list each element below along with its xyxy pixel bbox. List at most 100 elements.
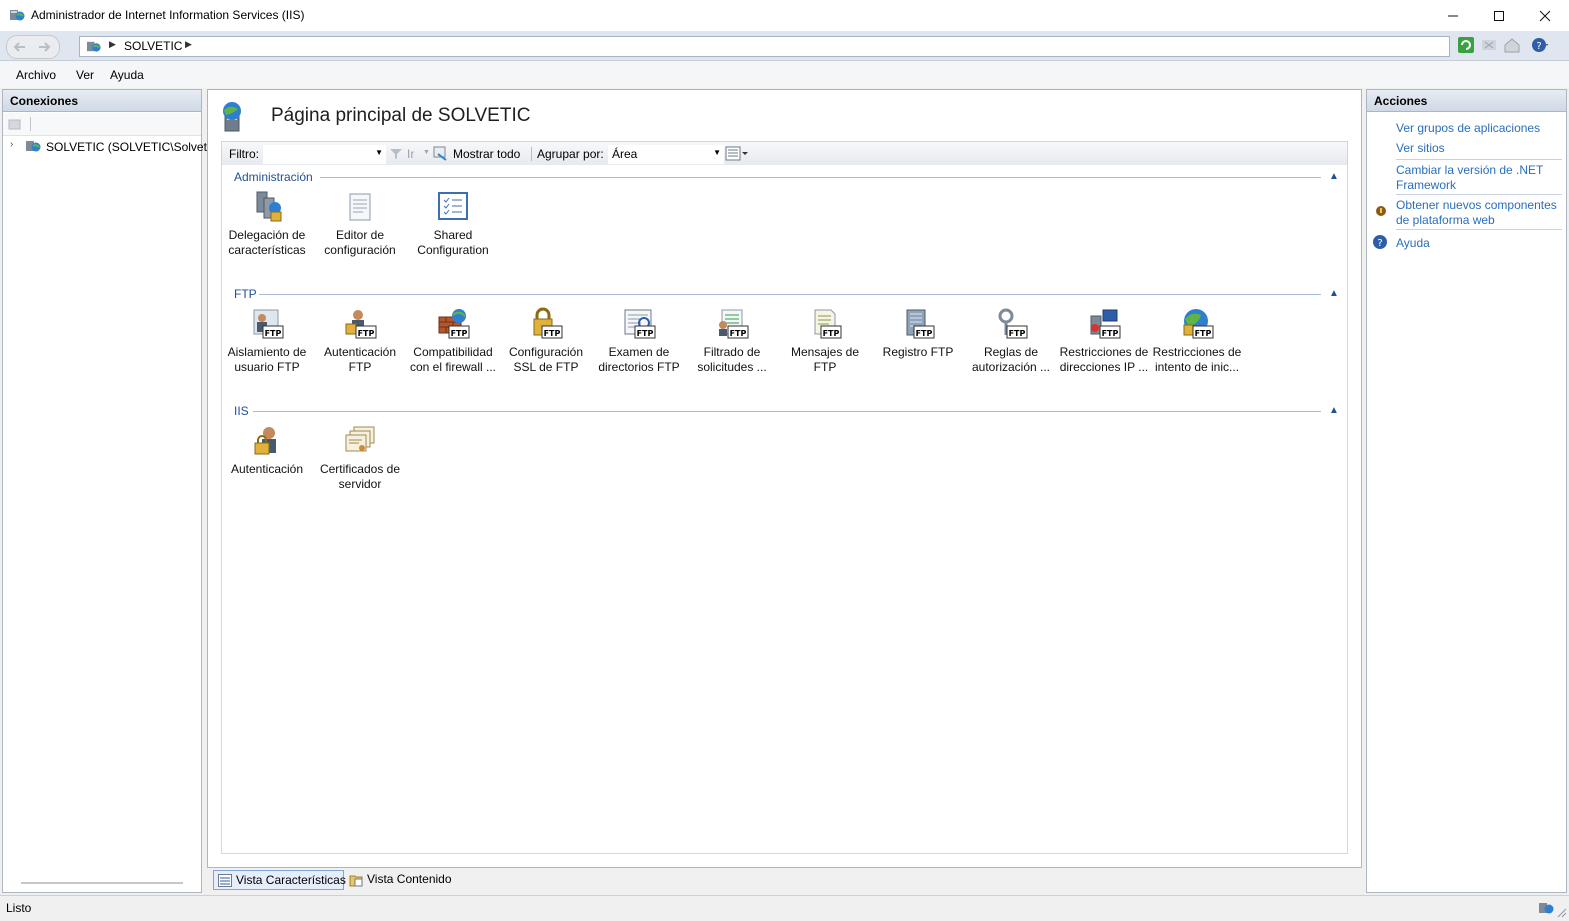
stop-icon[interactable] <box>1480 36 1498 54</box>
feature-examen-directorios-ftp[interactable]: FTP Examen de directorios FTP <box>593 307 685 375</box>
help-icon[interactable]: ? <box>1531 36 1549 54</box>
funnel-icon[interactable] <box>389 147 403 161</box>
maximize-button[interactable] <box>1476 0 1522 31</box>
feature-registro-ftp[interactable]: FTP Registro FTP <box>872 307 964 360</box>
forward-arrow-icon[interactable] <box>35 39 53 55</box>
feature-editor-configuracion[interactable]: Editor de configuración <box>314 190 406 258</box>
feature-label: Registro FTP <box>882 345 954 359</box>
back-arrow-icon[interactable] <box>11 39 29 55</box>
feature-autenticacion-ftp[interactable]: FTP Autenticación FTP <box>314 307 406 375</box>
action-cambiar-version-net[interactable]: Cambiar la versión de .NET Framework <box>1396 163 1561 193</box>
collapse-chevron-icon[interactable]: ▲ <box>1329 171 1339 182</box>
breadcrumb-separator-icon[interactable]: ▶ <box>109 39 116 50</box>
show-all-button[interactable]: Mostrar todo <box>453 147 520 161</box>
chevron-down-icon[interactable]: ▼ <box>375 148 383 157</box>
toolbar-divider <box>30 117 31 131</box>
ftp-logon-attempt-icon: FTP <box>1183 309 1214 339</box>
tab-label[interactable]: Vista Contenido <box>367 872 452 886</box>
feature-certificados-servidor[interactable]: Certificados de servidor <box>314 424 406 492</box>
ftp-authorization-icon: FTP <box>998 308 1028 339</box>
feature-label: Editor de configuración <box>324 228 396 257</box>
tab-label[interactable]: Vista Características <box>236 873 346 887</box>
tree-item-label[interactable]: SOLVETIC (SOLVETIC\Solvetic) <box>46 140 220 154</box>
maximize-icon <box>1494 11 1504 22</box>
action-ayuda[interactable]: Ayuda <box>1396 236 1561 251</box>
group-by-value[interactable]: Área <box>609 147 637 161</box>
svg-text:FTP: FTP <box>730 329 747 338</box>
ftp-user-isolation-icon: FTP <box>253 309 284 339</box>
feature-restricciones-intento-inicio[interactable]: FTP Restricciones de intento de inic... <box>1151 307 1243 375</box>
filter-bar: Filtro: ▼ Ir ▼ Mostrar todo Agrupar por:… <box>221 141 1348 167</box>
connections-pane: Conexiones › SOLVETIC (SOLVETIC\Solvetic… <box>2 89 220 893</box>
refresh-icon[interactable] <box>1457 36 1475 54</box>
filter-divider <box>531 147 532 161</box>
chevron-down-icon[interactable]: ▼ <box>713 148 721 157</box>
ftp-request-filtering-icon: FTP <box>719 309 749 339</box>
svg-text:FTP: FTP <box>451 329 468 338</box>
feature-label: Autenticación FTP <box>323 345 397 374</box>
view-mode-icon[interactable] <box>725 146 749 162</box>
go-button[interactable]: Ir <box>407 147 414 161</box>
svg-text:FTP: FTP <box>1195 329 1212 338</box>
feature-mensajes-ftp[interactable]: FTP Mensajes de FTP <box>779 307 871 375</box>
feature-label: Shared Configuration <box>417 228 489 257</box>
breadcrumb-separator-icon[interactable]: ▶ <box>185 39 192 50</box>
feature-autenticacion[interactable]: Autenticación <box>221 424 313 477</box>
tab-vista-contenido[interactable]: Vista Contenido <box>345 870 453 890</box>
menu-ver[interactable]: Ver <box>76 68 94 82</box>
menu-ayuda[interactable]: Ayuda <box>110 68 144 82</box>
collapse-chevron-icon[interactable]: ▲ <box>1329 288 1339 299</box>
group-by-select[interactable]: Área ▼ <box>608 145 724 164</box>
horizontal-scrollbar[interactable] <box>21 882 183 884</box>
group-header-ftp: FTP <box>234 287 257 301</box>
features-list <box>221 165 1348 854</box>
connections-header: Conexiones <box>3 90 201 112</box>
server-icon <box>86 41 101 52</box>
page-title: Página principal de SOLVETIC <box>271 105 531 126</box>
feature-delegacion[interactable]: Delegación de características <box>221 190 313 258</box>
tree-item-solvetic[interactable]: › SOLVETIC (SOLVETIC\Solvetic) <box>3 136 220 156</box>
feature-label: Reglas de autorización ... <box>971 345 1051 374</box>
svg-text:?: ? <box>1536 41 1541 52</box>
feature-restricciones-ip[interactable]: FTP Restricciones de direcciones IP ... <box>1058 307 1150 375</box>
tab-vista-caracteristicas[interactable]: Vista Características <box>213 870 346 890</box>
connect-icon[interactable] <box>7 116 23 132</box>
feature-shared-configuration[interactable]: Shared Configuration <box>407 190 499 258</box>
filter-input[interactable]: ▼ <box>263 145 386 164</box>
ftp-firewall-icon: FTP <box>438 309 470 339</box>
close-button[interactable] <box>1522 0 1568 31</box>
navigation-bar: ▶ SOLVETIC ▶ ? <box>0 31 1569 61</box>
content-view-icon <box>349 875 363 887</box>
address-bar[interactable]: ▶ SOLVETIC ▶ <box>79 36 1450 57</box>
group-divider <box>320 177 1321 178</box>
ftp-logging-icon: FTP <box>906 309 935 339</box>
action-separator <box>1396 194 1562 195</box>
feature-reglas-autorizacion[interactable]: FTP Reglas de autorización ... <box>965 307 1057 375</box>
action-obtener-componentes-web[interactable]: Obtener nuevos componentes de plataforma… <box>1396 198 1561 228</box>
resize-grip-icon[interactable] <box>1555 906 1567 918</box>
feature-label: Examen de directorios FTP <box>598 345 680 374</box>
menu-archivo[interactable]: Archivo <box>16 68 56 82</box>
breadcrumb-solvetic[interactable]: SOLVETIC <box>124 39 182 53</box>
group-header-iis: IIS <box>234 404 249 418</box>
feature-configuracion-ssl-ftp[interactable]: FTP Configuración SSL de FTP <box>500 307 592 375</box>
window-title: Administrador de Internet Information Se… <box>31 8 305 22</box>
feature-compatibilidad-firewall[interactable]: FTP Compatibilidad con el firewall ... <box>407 307 499 375</box>
action-ver-sitios[interactable]: Ver sitios <box>1396 141 1561 156</box>
feature-filtrado-solicitudes[interactable]: FTP Filtrado de solicitudes ... <box>686 307 778 375</box>
group-header-administracion: Administración <box>234 170 313 184</box>
back-forward-buttons[interactable] <box>6 35 60 59</box>
feature-aislamiento-usuario-ftp[interactable]: FTP Aislamiento de usuario FTP <box>221 307 313 375</box>
feature-label: Configuración SSL de FTP <box>508 345 584 374</box>
home-icon[interactable] <box>1503 36 1521 54</box>
ftp-ssl-icon: FTP <box>533 307 563 339</box>
action-ver-grupos-aplicaciones[interactable]: Ver grupos de aplicaciones <box>1396 121 1561 136</box>
expand-chevron-icon[interactable]: › <box>10 139 13 150</box>
chevron-down-icon[interactable]: ▼ <box>423 149 430 156</box>
svg-text:FTP: FTP <box>823 329 840 338</box>
minimize-button[interactable] <box>1430 0 1476 31</box>
feature-label: Compatibilidad con el firewall ... <box>409 345 497 374</box>
collapse-chevron-icon[interactable]: ▲ <box>1329 405 1339 416</box>
group-divider <box>259 294 1321 295</box>
server-status-icon <box>1539 903 1554 914</box>
